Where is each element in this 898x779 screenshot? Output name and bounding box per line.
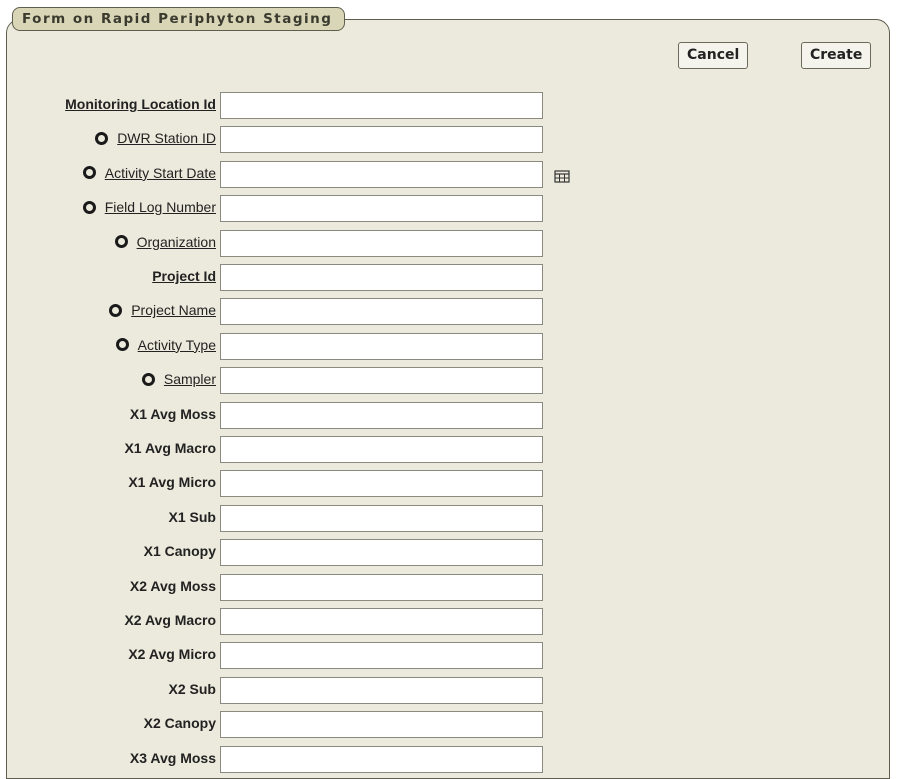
field-label[interactable]: Project Id bbox=[152, 268, 216, 284]
form-row: X2 Avg Macro bbox=[0, 603, 898, 637]
field-label[interactable]: DWR Station ID bbox=[117, 130, 216, 146]
field-label[interactable]: Activity Start Date bbox=[105, 165, 216, 181]
field-label: X1 Sub bbox=[168, 508, 216, 525]
field-label-cell: Activity Start Date bbox=[82, 156, 216, 190]
field-label-cell: X1 Sub bbox=[169, 500, 216, 534]
text-input[interactable] bbox=[220, 711, 543, 739]
text-input[interactable] bbox=[220, 264, 543, 291]
field-label: X2 Avg Macro bbox=[124, 612, 216, 628]
form-row: Monitoring Location Id bbox=[0, 87, 898, 121]
text-input[interactable] bbox=[220, 745, 543, 773]
field-label-cell: X1 Avg Moss bbox=[130, 397, 216, 431]
form-row: X2 Canopy bbox=[0, 706, 898, 740]
help-circle-icon[interactable] bbox=[82, 166, 96, 180]
text-input[interactable] bbox=[220, 92, 543, 119]
text-input[interactable] bbox=[220, 470, 543, 498]
field-label-cell: DWR Station ID bbox=[95, 121, 216, 155]
text-input[interactable] bbox=[220, 332, 543, 360]
region-title: Form on Rapid Periphyton Staging bbox=[12, 7, 346, 31]
text-input[interactable] bbox=[220, 195, 543, 223]
form-row: X3 Avg Moss bbox=[0, 741, 898, 775]
cancel-button[interactable]: Cancel bbox=[678, 42, 749, 69]
text-input[interactable] bbox=[220, 160, 543, 188]
help-circle-icon[interactable] bbox=[109, 303, 123, 317]
help-circle-icon[interactable] bbox=[114, 235, 128, 249]
field-label-cell: Organization bbox=[114, 225, 216, 259]
form-row: X1 Avg Macro bbox=[0, 431, 898, 465]
field-label-cell: Project Name bbox=[109, 293, 216, 327]
text-input[interactable] bbox=[220, 367, 543, 395]
form-row: X2 Avg Moss bbox=[0, 569, 898, 603]
text-input[interactable] bbox=[220, 642, 543, 670]
field-label-cell: Sampler bbox=[141, 362, 216, 396]
field-label: X2 Canopy bbox=[143, 715, 216, 732]
field-label-cell: X1 Avg Macro bbox=[124, 431, 216, 465]
text-input[interactable] bbox=[220, 436, 543, 463]
field-label[interactable]: Organization bbox=[137, 234, 216, 250]
text-input[interactable] bbox=[220, 504, 543, 532]
help-circle-icon[interactable] bbox=[82, 200, 96, 214]
form-row: X1 Sub bbox=[0, 500, 898, 534]
calendar-icon[interactable] bbox=[550, 166, 574, 186]
field-label: X2 Avg Moss bbox=[129, 577, 216, 594]
help-circle-icon[interactable] bbox=[141, 372, 155, 386]
form-row: Organization bbox=[0, 225, 898, 259]
text-input[interactable] bbox=[220, 573, 543, 601]
field-label[interactable]: Monitoring Location Id bbox=[65, 96, 216, 112]
form-row: Sampler bbox=[0, 362, 898, 396]
help-circle-icon[interactable] bbox=[95, 131, 109, 145]
field-label-cell: X1 Canopy bbox=[144, 534, 216, 568]
text-input[interactable] bbox=[220, 401, 543, 429]
field-label-cell: X2 Sub bbox=[169, 672, 216, 706]
form-row: DWR Station ID bbox=[0, 121, 898, 155]
form-row: Project Name bbox=[0, 293, 898, 327]
field-label: X2 Sub bbox=[168, 680, 216, 697]
text-input[interactable] bbox=[220, 608, 543, 635]
form-row: X2 Avg Micro bbox=[0, 637, 898, 671]
field-label-cell: Project Id bbox=[152, 259, 216, 293]
form-row: Project Id bbox=[0, 259, 898, 293]
text-input[interactable] bbox=[220, 126, 543, 154]
form-row: Activity Type bbox=[0, 328, 898, 362]
field-label-cell: X2 Canopy bbox=[144, 706, 216, 740]
field-label-cell: Activity Type bbox=[115, 328, 216, 362]
text-input[interactable] bbox=[220, 539, 543, 567]
form-row: Activity Start Date bbox=[0, 156, 898, 190]
form-row: X1 Avg Micro bbox=[0, 465, 898, 499]
form-row: X2 Sub bbox=[0, 672, 898, 706]
text-input[interactable] bbox=[220, 298, 543, 326]
form-row: X1 Avg Moss bbox=[0, 397, 898, 431]
text-input[interactable] bbox=[220, 676, 543, 704]
field-label-cell: X2 Avg Macro bbox=[124, 603, 216, 637]
field-label-cell: X3 Avg Moss bbox=[130, 741, 216, 775]
field-label-cell: Monitoring Location Id bbox=[65, 87, 216, 121]
field-label: X1 Avg Moss bbox=[129, 405, 216, 422]
field-label-cell: X1 Avg Micro bbox=[128, 465, 216, 499]
field-label: X2 Avg Micro bbox=[128, 646, 216, 663]
field-label: X1 Avg Micro bbox=[128, 474, 216, 491]
create-button[interactable]: Create bbox=[801, 42, 872, 69]
form-row: Field Log Number bbox=[0, 190, 898, 224]
field-label-cell: X2 Avg Moss bbox=[130, 569, 216, 603]
field-label[interactable]: Field Log Number bbox=[105, 199, 216, 215]
field-label: X3 Avg Moss bbox=[129, 749, 216, 766]
field-label[interactable]: Project Name bbox=[131, 302, 216, 318]
help-circle-icon[interactable] bbox=[115, 338, 129, 352]
field-label[interactable]: Sampler bbox=[164, 371, 216, 387]
form-row: X1 Canopy bbox=[0, 534, 898, 568]
field-label[interactable]: Activity Type bbox=[138, 337, 216, 353]
field-label: X1 Avg Macro bbox=[124, 440, 216, 456]
text-input[interactable] bbox=[220, 229, 543, 257]
field-label: X1 Canopy bbox=[143, 543, 216, 560]
field-label-cell: X2 Avg Micro bbox=[128, 637, 216, 671]
field-label-cell: Field Log Number bbox=[82, 190, 216, 224]
